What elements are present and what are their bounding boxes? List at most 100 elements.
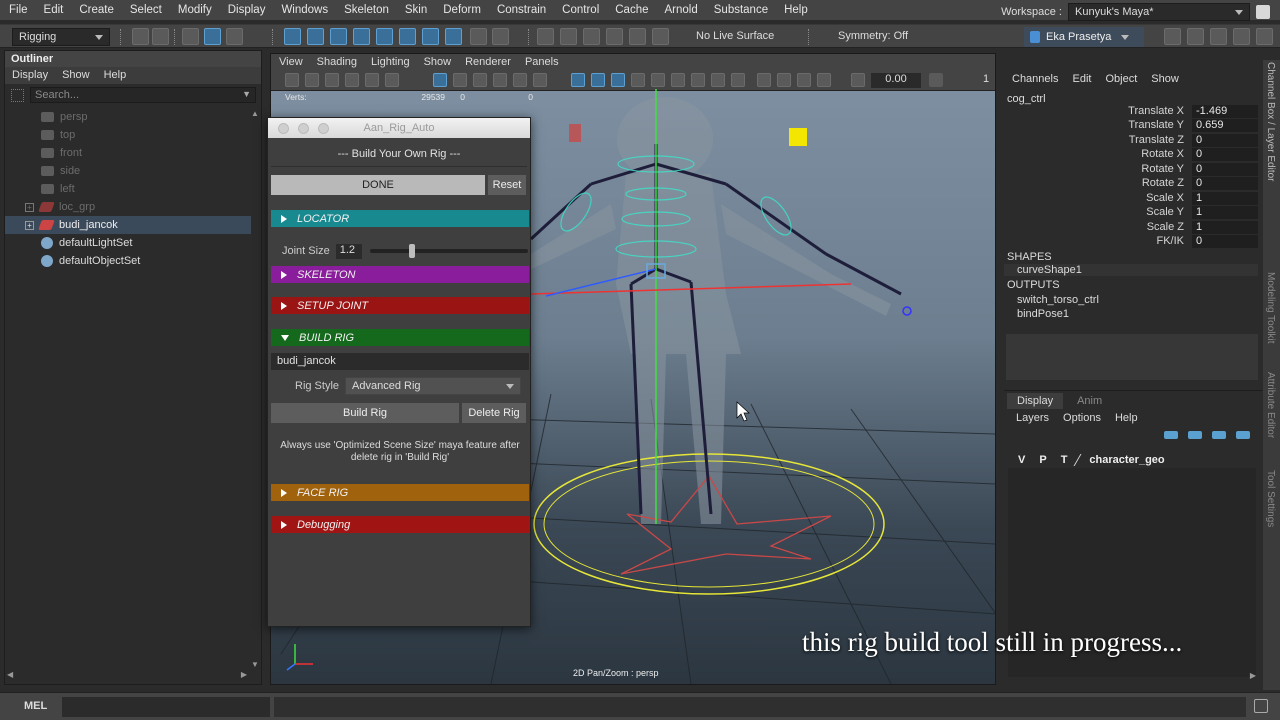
channel-object-name[interactable]: cog_ctrl: [1007, 93, 1046, 105]
channel-row[interactable]: Scale X 1: [1004, 192, 1258, 206]
expand-icon[interactable]: +: [25, 220, 34, 230]
tweak-icon[interactable]: [629, 28, 646, 45]
channel-row[interactable]: Rotate X 0: [1004, 148, 1258, 162]
scroll-up-icon[interactable]: ▲: [251, 109, 259, 118]
channel-value[interactable]: 1: [1192, 221, 1258, 234]
locator-section[interactable]: LOCATOR: [271, 210, 529, 227]
layer-row-character-geo[interactable]: V P T character_geo: [1008, 451, 1256, 468]
done-button[interactable]: DONE: [271, 175, 485, 195]
side-tab-attribute-editor[interactable]: Attribute Editor: [1265, 372, 1276, 438]
snap-plane-icon[interactable]: [399, 28, 416, 45]
layer-visibility-toggle[interactable]: V: [1018, 454, 1025, 466]
close-icon[interactable]: [278, 123, 289, 134]
channel-row[interactable]: Translate Y 0.659: [1004, 119, 1258, 133]
face-rig-section[interactable]: FACE RIG: [271, 484, 529, 501]
select-hierarchy-icon[interactable]: [182, 28, 199, 45]
menu-cache[interactable]: Cache: [606, 4, 655, 16]
menu-display[interactable]: Display: [219, 4, 273, 16]
layer-name[interactable]: character_geo: [1089, 454, 1164, 466]
menu-skeleton[interactable]: Skeleton: [335, 4, 396, 16]
outliner-item-top[interactable]: top: [5, 126, 251, 144]
setup-joint-section[interactable]: SETUP JOINT: [271, 297, 529, 314]
help-icon[interactable]: [445, 28, 462, 45]
soft-select-icon[interactable]: [606, 28, 623, 45]
outliner-search-input[interactable]: Search... ▼: [30, 87, 256, 103]
snap-grid-icon[interactable]: [284, 28, 301, 45]
tool-settings-icon[interactable]: [1210, 28, 1227, 45]
reset-button[interactable]: Reset: [488, 175, 526, 195]
side-tab-modeling-toolkit[interactable]: Modeling Toolkit: [1265, 272, 1276, 344]
output-item[interactable]: switch_torso_ctrl: [1017, 294, 1099, 306]
command-language-label[interactable]: MEL: [24, 700, 47, 712]
debugging-section[interactable]: Debugging: [271, 516, 529, 533]
outliner-item-default-object-set[interactable]: defaultObjectSet: [5, 252, 251, 270]
open-scene-icon[interactable]: [152, 28, 169, 45]
slider-handle[interactable]: [409, 244, 416, 258]
menu-control[interactable]: Control: [553, 4, 606, 16]
channel-box-icon[interactable]: [1233, 28, 1250, 45]
filter-icon[interactable]: [11, 88, 24, 102]
expand-icon[interactable]: +: [25, 202, 34, 212]
outliner-menu-help[interactable]: Help: [104, 69, 127, 82]
menu-edit[interactable]: Edit: [35, 4, 71, 16]
layer-color-swatch[interactable]: [1073, 453, 1091, 466]
menu-file[interactable]: File: [0, 4, 35, 16]
outliner-item-default-light-set[interactable]: defaultLightSet: [5, 234, 251, 252]
new-layer-selected-icon[interactable]: [1236, 431, 1250, 439]
scroll-right-icon[interactable]: ▶: [1250, 671, 1256, 680]
minimize-icon[interactable]: [298, 123, 309, 134]
tab-display[interactable]: Display: [1007, 393, 1064, 409]
outliner-item-loc-grp[interactable]: + loc_grp: [5, 198, 251, 216]
channel-value[interactable]: 0: [1192, 163, 1258, 176]
channel-value[interactable]: 0: [1192, 134, 1258, 147]
outliner-horizontal-scrollbar[interactable]: ◀ ▶: [7, 670, 247, 680]
rig-name-field[interactable]: budi_jancok: [271, 353, 529, 370]
menu-deform[interactable]: Deform: [434, 4, 488, 16]
channel-menu-show[interactable]: Show: [1151, 73, 1179, 85]
joint-size-slider[interactable]: [369, 244, 528, 258]
tab-anim[interactable]: Anim: [1063, 393, 1116, 409]
channel-row[interactable]: Translate Z 0: [1004, 134, 1258, 148]
channel-value[interactable]: 0: [1192, 177, 1258, 190]
menu-create[interactable]: Create: [70, 4, 121, 16]
user-account-dropdown[interactable]: Eka Prasetya: [1024, 27, 1144, 47]
channel-row[interactable]: Translate X -1.469: [1004, 105, 1258, 119]
channel-row[interactable]: Scale Y 1: [1004, 206, 1258, 220]
maximize-icon[interactable]: [318, 123, 329, 134]
output-item[interactable]: bindPose1: [1017, 308, 1069, 320]
lock-icon[interactable]: [470, 28, 487, 45]
select-component-icon[interactable]: [226, 28, 243, 45]
history-icon[interactable]: [537, 28, 554, 45]
side-tab-channel-box[interactable]: Channel Box / Layer Editor: [1265, 62, 1276, 182]
menu-select[interactable]: Select: [121, 4, 169, 16]
select-object-icon[interactable]: [204, 28, 221, 45]
layer-playback-toggle[interactable]: P: [1039, 454, 1046, 466]
layer-editor-icon[interactable]: [1256, 28, 1273, 45]
snap-vertex-icon[interactable]: [422, 28, 439, 45]
snap-point-icon[interactable]: [330, 28, 347, 45]
outliner-item-front[interactable]: front: [5, 144, 251, 162]
build-rig-button[interactable]: Build Rig: [271, 403, 459, 423]
script-editor-icon[interactable]: [1254, 699, 1268, 713]
rig-window-titlebar[interactable]: Aan_Rig_Auto: [268, 118, 530, 138]
channel-menu-edit[interactable]: Edit: [1072, 73, 1091, 85]
scroll-right-icon[interactable]: ▶: [241, 670, 247, 679]
outliner-menu-display[interactable]: Display: [12, 69, 48, 82]
locator-red[interactable]: [569, 124, 581, 142]
channel-value[interactable]: 0: [1192, 148, 1258, 161]
locator-yellow[interactable]: [789, 128, 807, 146]
menuset-dropdown[interactable]: Rigging: [12, 28, 110, 46]
live-surface-label[interactable]: No Live Surface: [696, 30, 774, 42]
layer-horizontal-scrollbar[interactable]: ▶: [1008, 671, 1256, 681]
snap-surface-icon[interactable]: [376, 28, 393, 45]
attribute-editor-icon[interactable]: [1187, 28, 1204, 45]
new-layer-icon[interactable]: [1212, 431, 1226, 439]
snap-view-icon[interactable]: [353, 28, 370, 45]
channel-value[interactable]: 1: [1192, 192, 1258, 205]
symmetry-dropdown[interactable]: Symmetry: Off: [838, 30, 908, 42]
locator-blue[interactable]: [902, 306, 912, 316]
new-scene-icon[interactable]: [132, 28, 149, 45]
channel-row[interactable]: FK/IK 0: [1004, 235, 1258, 249]
outliner-item-persp[interactable]: persp: [5, 108, 251, 126]
lasso-icon[interactable]: [560, 28, 577, 45]
